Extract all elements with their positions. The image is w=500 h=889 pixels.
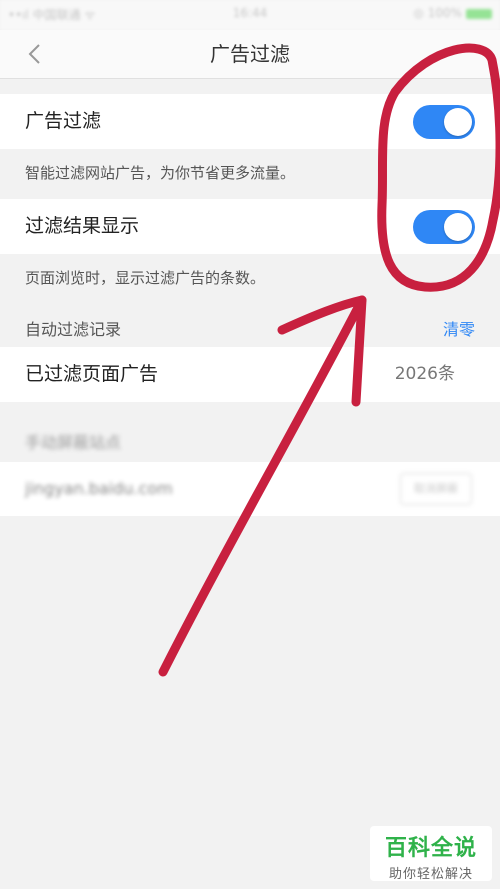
- battery-icon: [466, 8, 492, 19]
- filtered-ads-row: 已过滤页面广告 2026条: [0, 347, 500, 402]
- filter-result-description: 页面浏览时，显示过滤广告的条数。: [25, 269, 266, 287]
- navigation-bar: 广告过滤: [0, 30, 500, 79]
- blocked-site-row: jingyan.baidu.com 取消屏蔽: [0, 462, 500, 516]
- reset-button[interactable]: 清零: [443, 316, 475, 340]
- toggle-knob: [444, 108, 472, 136]
- blocked-site-url: jingyan.baidu.com: [25, 479, 173, 498]
- ad-filter-toggle[interactable]: [413, 105, 475, 139]
- toggle-knob: [444, 213, 472, 241]
- manual-block-section-title: 手动屏蔽站点: [25, 433, 122, 452]
- filter-result-toggle[interactable]: [413, 210, 475, 244]
- status-bar: ••ıl 中国联通 ᯤ 16:44 ◎ 100%: [0, 0, 500, 30]
- page-title: 广告过滤: [210, 42, 290, 66]
- filtered-ads-count: 2026条: [394, 364, 455, 384]
- unblock-button[interactable]: 取消屏蔽: [400, 473, 472, 505]
- battery-status: ◎ 100%: [413, 6, 492, 20]
- ad-filter-row: 广告过滤: [0, 94, 500, 149]
- auto-record-section-title: 自动过滤记录: [25, 320, 122, 339]
- ad-filter-label: 广告过滤: [25, 110, 102, 132]
- filter-result-label: 过滤结果显示: [25, 215, 140, 237]
- watermark-subtitle: 助你轻松解决: [388, 867, 473, 882]
- filtered-ads-label: 已过滤页面广告: [25, 363, 159, 385]
- battery-text: ◎ 100%: [413, 6, 462, 20]
- filter-result-row: 过滤结果显示: [0, 199, 500, 254]
- watermark-title: 百科全说: [384, 836, 477, 861]
- ad-filter-description: 智能过滤网站广告，为你节省更多流量。: [25, 164, 296, 182]
- watermark: 百科全说 助你轻松解决: [370, 826, 492, 882]
